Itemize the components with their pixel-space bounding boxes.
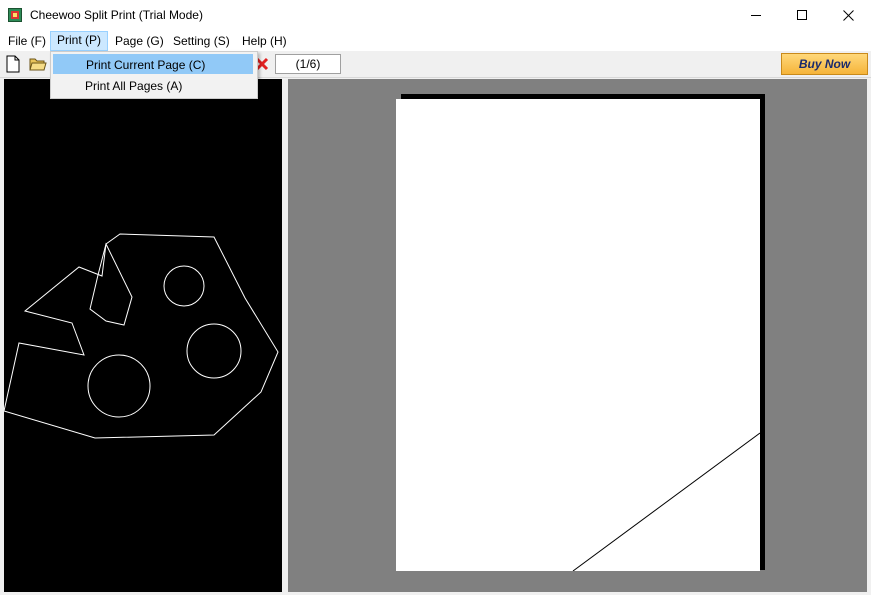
print-current-page-item[interactable]: Print Current Page (C) [53,54,253,74]
menu-setting[interactable]: Setting (S) [166,32,237,50]
minimize-button[interactable] [733,0,779,31]
title-bar: Cheewoo Split Print (Trial Mode) [0,0,871,31]
preview-page [396,99,760,571]
preview-page-content [572,432,760,571]
drawing-canvas[interactable] [4,79,282,592]
menu-help[interactable]: Help (H) [235,32,294,50]
maximize-button[interactable] [779,0,825,31]
print-preview-panel [288,79,867,592]
menu-bar: File (F) Print (P) Page (G) Setting (S) … [0,31,871,51]
menu-print[interactable]: Print (P) [50,31,109,51]
new-file-icon[interactable] [4,55,22,73]
app-window: Cheewoo Split Print (Trial Mode) File (F… [0,0,871,595]
window-title: Cheewoo Split Print (Trial Mode) [30,8,203,22]
close-button[interactable] [825,0,871,31]
menu-page[interactable]: Page (G) [108,32,171,50]
print-menu-dropdown: Print Current Page (C) Print All Pages (… [50,51,258,99]
close-icon [842,10,854,21]
open-folder-icon[interactable] [29,55,47,73]
maximize-icon [796,10,807,20]
minimize-icon [750,15,761,16]
app-logo-icon [8,8,22,22]
menu-file[interactable]: File (F) [1,32,53,50]
buy-now-button[interactable]: Buy Now [781,53,868,75]
page-counter: (1/6) [275,54,341,74]
print-all-pages-item[interactable]: Print All Pages (A) [53,76,253,96]
drawing-shape [4,233,279,439]
